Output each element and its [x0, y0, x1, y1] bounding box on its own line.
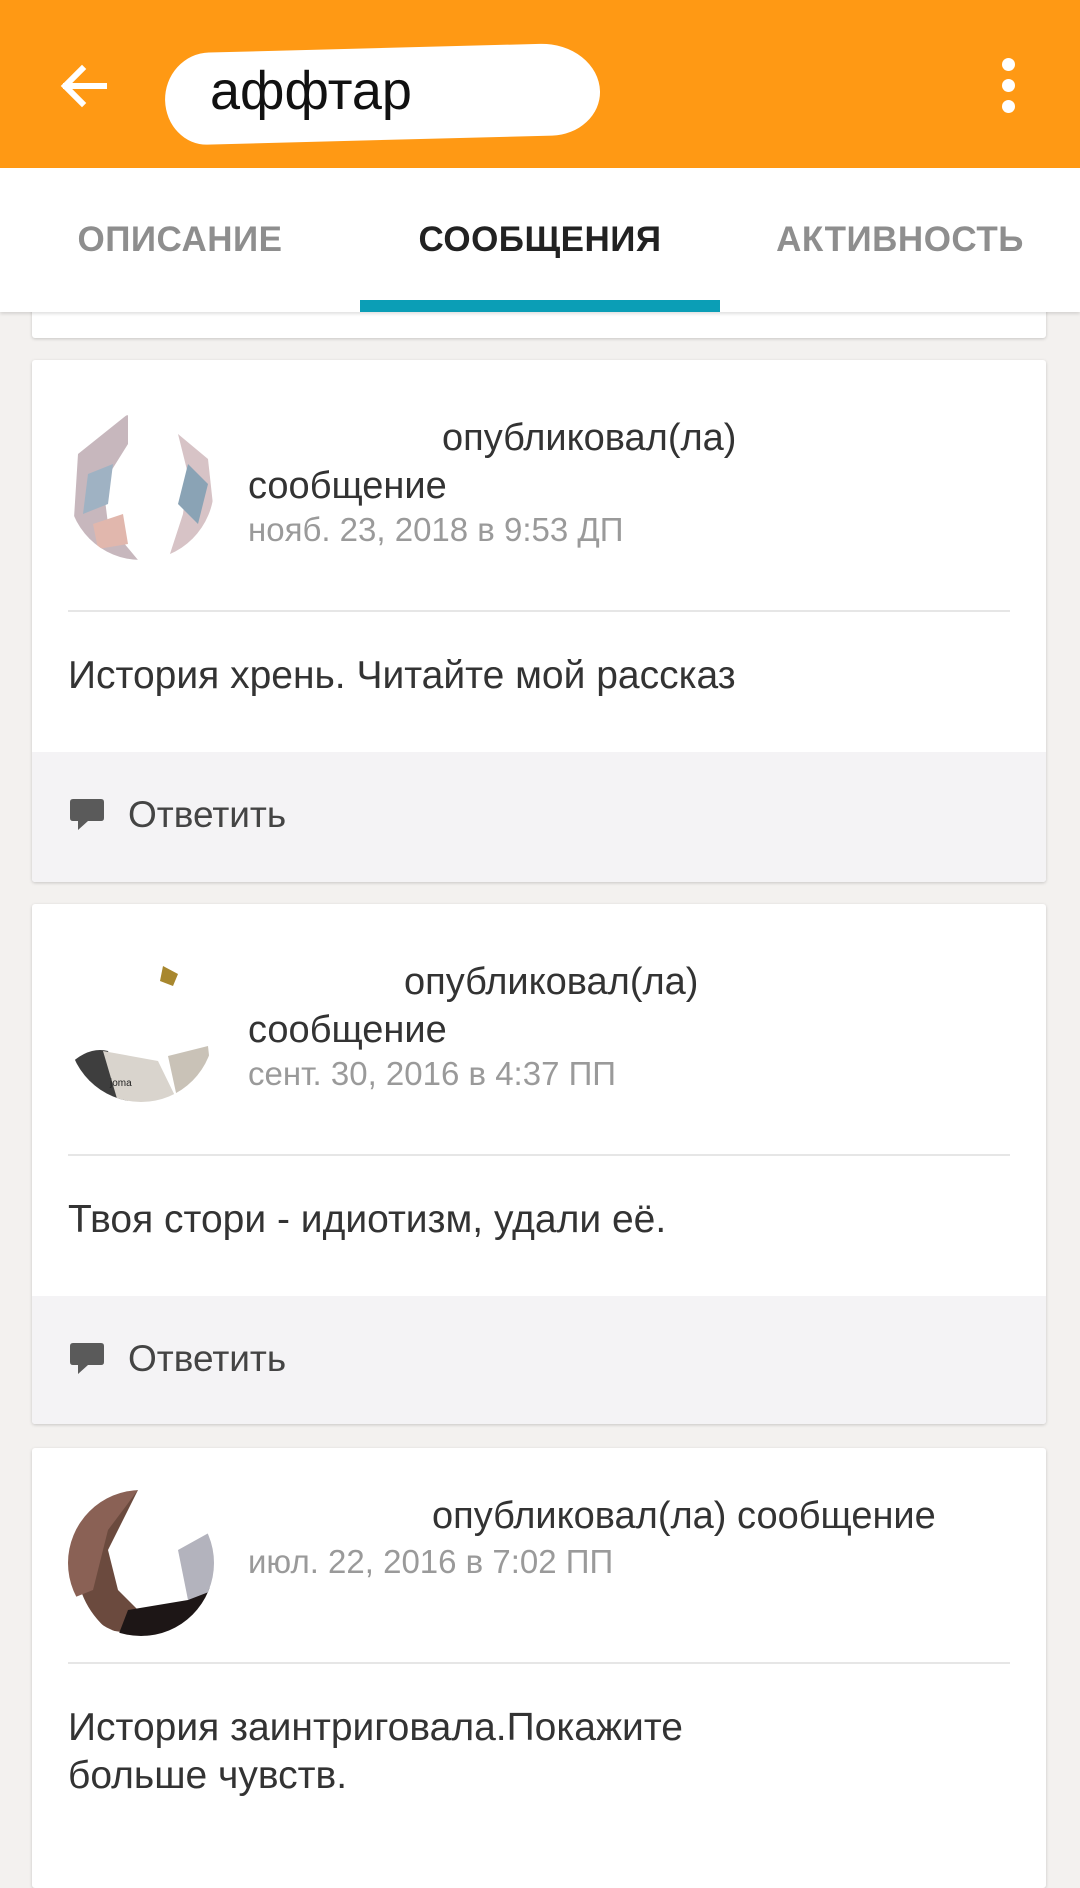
avatar[interactable] — [68, 1490, 214, 1636]
arrow-left-icon[interactable] — [58, 60, 110, 112]
message-date: сент. 30, 2016 в 4:37 ПП — [248, 1055, 617, 1092]
message-action: опубликовал(ла) — [442, 417, 737, 459]
reply-bar[interactable]: Ответить — [32, 1296, 1046, 1424]
comment-icon — [70, 799, 104, 830]
reply-bar[interactable]: Ответить — [32, 752, 1046, 882]
tab-activity[interactable]: АКТИВНОСТЬ — [720, 168, 1080, 312]
message-action: опубликовал(ла) — [404, 961, 699, 1003]
divider — [68, 1154, 1010, 1156]
avatar[interactable]: joma — [68, 956, 214, 1102]
comment-icon — [70, 1343, 104, 1374]
tab-messages[interactable]: СООБЩЕНИЯ — [360, 168, 720, 312]
divider — [68, 610, 1010, 612]
app-bar: аффтар — [0, 0, 1080, 168]
reply-button[interactable]: Ответить — [128, 792, 286, 838]
tab-description[interactable]: ОПИСАНИЕ — [0, 168, 360, 312]
active-tab-indicator — [360, 300, 720, 312]
page-title: аффтар — [210, 61, 412, 121]
message-text-line: История заинтриговала.Покажите — [68, 1706, 683, 1749]
message-card: опубликовал(ла) сообщение июл. 22, 2016 … — [32, 1448, 1046, 1888]
message-text: История хрень. Читайте мой рассказ — [68, 654, 736, 697]
message-date: нояб. 23, 2018 в 9:53 ДП — [248, 511, 624, 548]
message-object: сообщение — [248, 1009, 447, 1051]
message-card: joma опубликовал(ла) сообщение сент. 30,… — [32, 904, 1046, 1424]
avatar[interactable] — [68, 414, 214, 560]
reply-button[interactable]: Ответить — [128, 1336, 286, 1382]
more-vertical-icon[interactable] — [996, 58, 1020, 114]
message-text: Твоя стори - идиотизм, удали её. — [68, 1198, 667, 1241]
message-object: сообщение — [248, 465, 447, 507]
message-text: История заинтриговала.Покажите больше чу… — [68, 1704, 1006, 1800]
message-text-line: больше чувств. — [68, 1754, 348, 1797]
message-card: опубликовал(ла) сообщение нояб. 23, 2018… — [32, 360, 1046, 882]
tab-bar: ОПИСАНИЕ СООБЩЕНИЯ АКТИВНОСТЬ — [0, 168, 1080, 312]
svg-text:joma: joma — [109, 1078, 132, 1089]
message-action: опубликовал(ла) сообщение — [432, 1495, 936, 1537]
divider — [68, 1662, 1010, 1664]
message-date: июл. 22, 2016 в 7:02 ПП — [248, 1543, 614, 1580]
